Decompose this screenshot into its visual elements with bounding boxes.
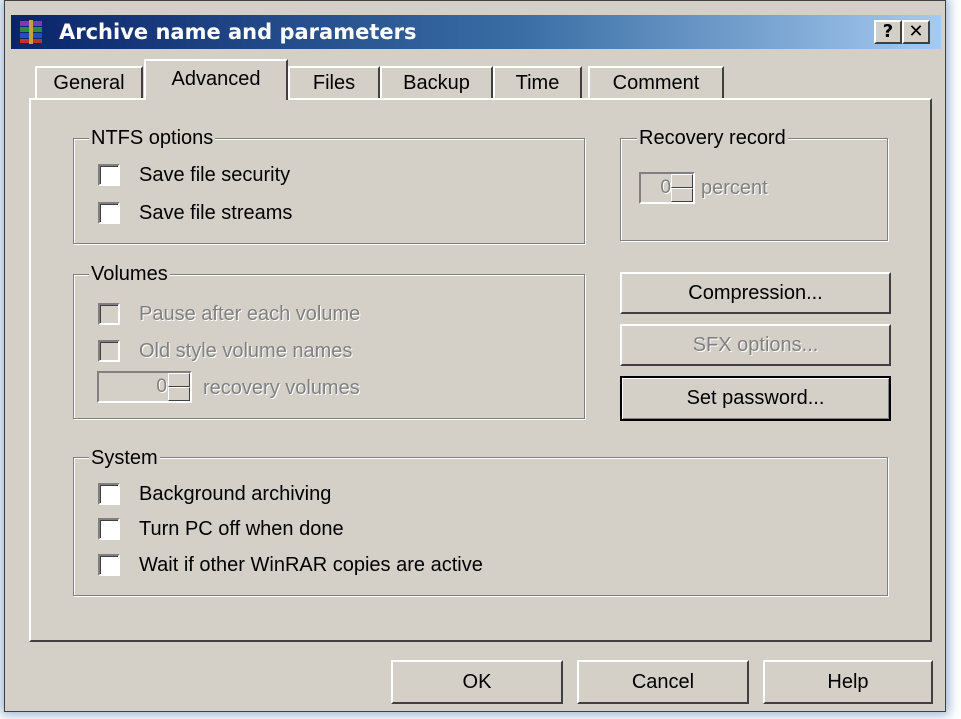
ntfs-options-title: NTFS options: [89, 126, 216, 150]
recovery-percent-unit: percent: [701, 177, 768, 199]
system-title: System: [89, 446, 160, 470]
title-bar[interactable]: Archive name and parameters ? ✕: [11, 15, 941, 49]
volumes-title: Volumes: [89, 262, 170, 286]
help-button[interactable]: Help: [763, 660, 933, 704]
spin-up-icon[interactable]: [671, 174, 693, 188]
save-file-security-label[interactable]: Save file security: [139, 163, 290, 187]
set-password-button[interactable]: Set password...: [620, 376, 891, 421]
turn-pc-off-label[interactable]: Turn PC off when done: [139, 517, 344, 541]
turn-pc-off-checkbox[interactable]: [98, 518, 120, 540]
tab-advanced[interactable]: Advanced: [144, 59, 288, 100]
spin-down-icon[interactable]: [671, 188, 693, 202]
window-title: Archive name and parameters: [59, 20, 417, 44]
pause-each-volume-checkbox[interactable]: [98, 303, 120, 325]
wait-winrar-copies-checkbox[interactable]: [98, 554, 120, 576]
recovery-percent-spinner[interactable]: 0: [639, 172, 695, 204]
tab-backup[interactable]: Backup: [380, 66, 493, 100]
winrar-icon: [18, 20, 46, 44]
close-icon: ✕: [908, 21, 924, 42]
old-style-names-checkbox[interactable]: [98, 340, 120, 362]
recovery-volumes-value: 0: [156, 376, 167, 397]
spin-down-icon[interactable]: [168, 387, 190, 401]
save-file-streams-checkbox[interactable]: [98, 202, 120, 224]
recovery-volumes-spinner[interactable]: 0: [97, 371, 192, 403]
sfx-options-button[interactable]: SFX options...: [620, 324, 891, 366]
background-archiving-checkbox[interactable]: [98, 483, 120, 505]
compression-button[interactable]: Compression...: [620, 272, 891, 314]
ntfs-options-group: [73, 138, 585, 244]
old-style-names-label[interactable]: Old style volume names: [139, 339, 352, 363]
help-title-button[interactable]: ?: [874, 20, 902, 44]
ok-button[interactable]: OK: [391, 660, 563, 704]
wait-winrar-copies-label[interactable]: Wait if other WinRAR copies are active: [139, 553, 483, 577]
recovery-volumes-label: recovery volumes: [203, 377, 360, 399]
tab-comment[interactable]: Comment: [588, 66, 724, 100]
tab-time[interactable]: Time: [493, 66, 582, 100]
save-file-streams-label[interactable]: Save file streams: [139, 201, 292, 225]
advanced-tab-page: NTFS options Save file security Save fil…: [29, 98, 932, 642]
save-file-security-checkbox[interactable]: [98, 164, 120, 186]
background-archiving-label[interactable]: Background archiving: [139, 482, 331, 506]
recovery-percent-value: 0: [660, 177, 671, 198]
cancel-button[interactable]: Cancel: [577, 660, 749, 704]
recovery-record-title: Recovery record: [637, 126, 788, 150]
spin-up-icon[interactable]: [168, 373, 190, 387]
tab-general[interactable]: General: [35, 66, 143, 100]
pause-each-volume-label[interactable]: Pause after each volume: [139, 302, 360, 326]
close-title-button[interactable]: ✕: [902, 20, 930, 44]
tab-files[interactable]: Files: [288, 66, 380, 100]
